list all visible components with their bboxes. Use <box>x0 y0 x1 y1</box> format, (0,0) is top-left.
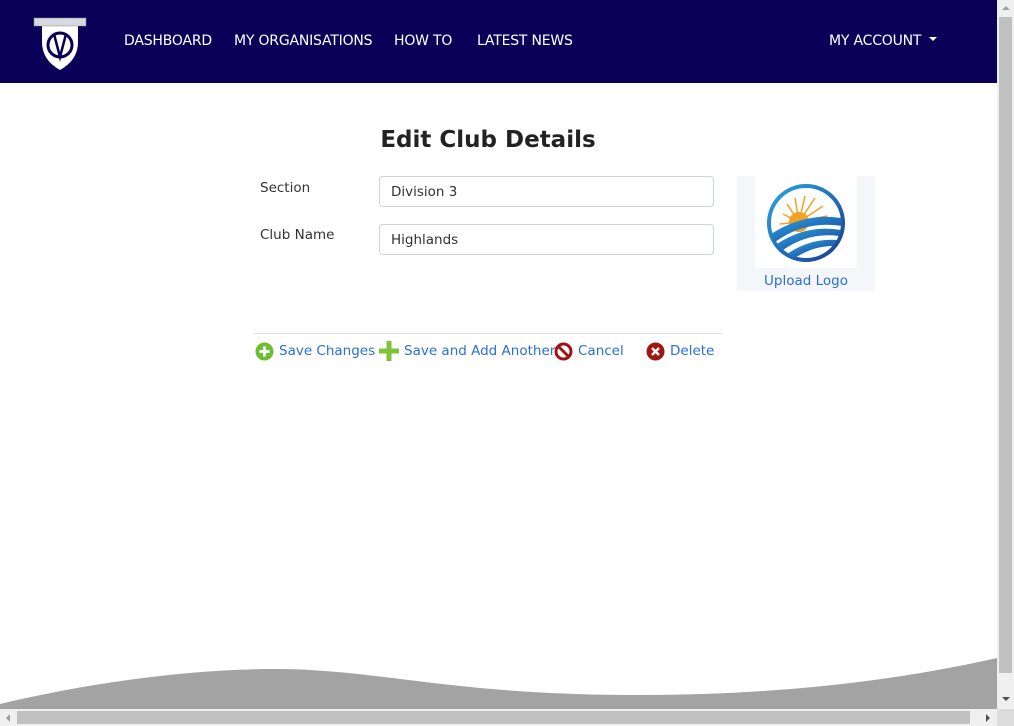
section-input[interactable] <box>379 176 714 207</box>
upload-logo-link[interactable]: Upload Logo <box>737 273 875 289</box>
my-account-label: MY ACCOUNT <box>829 33 922 49</box>
scroll-down-icon[interactable] <box>1002 697 1010 701</box>
nav-my-organisations[interactable]: MY ORGANISATIONS <box>234 33 373 49</box>
top-navbar: DASHBOARD MY ORGANISATIONS HOW TO LATEST… <box>0 0 997 83</box>
cancel-button[interactable]: Cancel <box>554 341 624 361</box>
vertical-scrollbar[interactable] <box>997 0 1014 709</box>
scroll-right-icon[interactable] <box>986 714 990 722</box>
my-account-dropdown[interactable]: MY ACCOUNT <box>829 33 938 49</box>
club-name-label: Club Name <box>260 227 335 243</box>
plus-icon <box>379 341 399 361</box>
x-circle-icon <box>646 342 665 360</box>
save-and-add-another-button[interactable]: Save and Add Another <box>379 341 555 361</box>
scroll-left-icon[interactable] <box>6 714 10 722</box>
section-label: Section <box>260 180 311 196</box>
plus-circle-icon <box>255 342 274 360</box>
scrollbar-corner <box>997 709 1014 726</box>
scroll-up-icon[interactable] <box>1002 6 1010 10</box>
club-logo-image <box>755 176 857 268</box>
page-title: Edit Club Details <box>380 127 596 153</box>
club-crest-logo[interactable] <box>30 12 90 72</box>
sunrise-logo-icon <box>767 184 845 262</box>
actions-divider <box>254 333 722 334</box>
club-name-input[interactable] <box>379 224 714 255</box>
no-entry-icon <box>554 342 573 360</box>
nav-how-to[interactable]: HOW TO <box>394 33 452 49</box>
horizontal-scrollbar[interactable] <box>0 709 997 726</box>
caret-down-icon <box>929 37 938 41</box>
save-and-add-another-label: Save and Add Another <box>404 343 556 359</box>
footer-wave <box>0 658 997 709</box>
horizontal-scroll-thumb[interactable] <box>17 711 970 724</box>
nav-latest-news[interactable]: LATEST NEWS <box>477 33 573 49</box>
save-changes-label: Save Changes <box>279 343 376 359</box>
delete-label: Delete <box>670 343 715 359</box>
cancel-label: Cancel <box>578 343 624 359</box>
nav-dashboard[interactable]: DASHBOARD <box>124 33 212 49</box>
save-changes-button[interactable]: Save Changes <box>255 341 375 361</box>
logo-panel: Upload Logo <box>737 176 875 291</box>
vertical-scroll-thumb[interactable] <box>999 17 1012 673</box>
delete-button[interactable]: Delete <box>646 341 714 361</box>
